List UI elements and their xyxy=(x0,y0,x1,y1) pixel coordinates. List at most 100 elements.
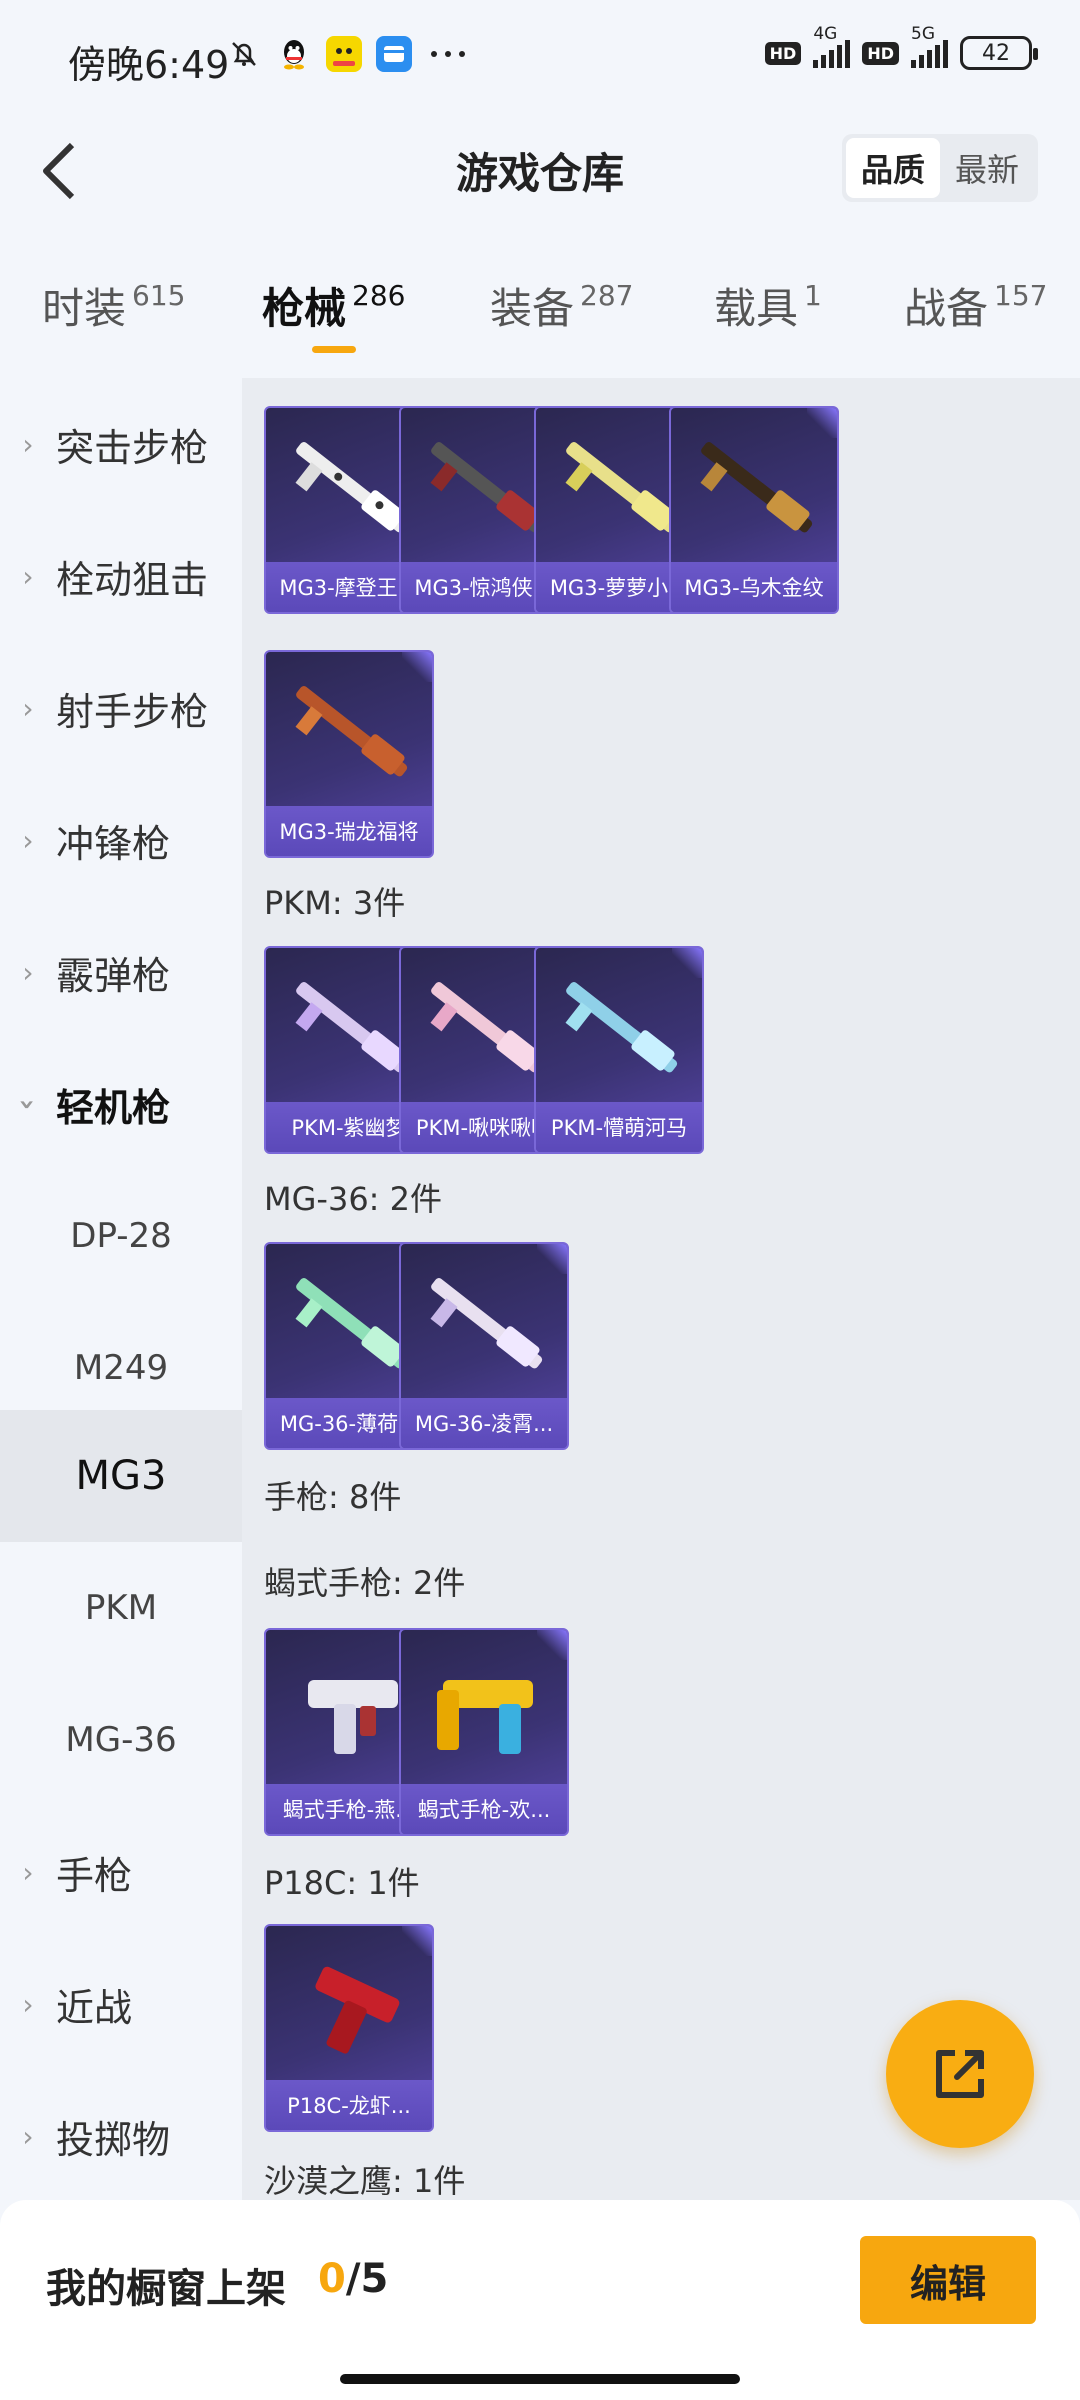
group-header-mg36: MG-36: 2件 xyxy=(264,1180,442,1218)
active-tab-indicator xyxy=(312,346,356,353)
item-card[interactable]: 蝎式手枪-欢... xyxy=(399,1628,569,1836)
app-icon xyxy=(326,36,362,72)
chevron-right-icon: › xyxy=(22,1987,34,2021)
item-card[interactable]: MG3-瑞龙福将 xyxy=(264,650,434,858)
share-button[interactable] xyxy=(886,2000,1034,2148)
tab-label: 枪械 xyxy=(262,284,347,333)
item-name: MG-36-凌霄... xyxy=(401,1398,567,1448)
item-card[interactable]: MG-36-凌霄... xyxy=(399,1242,569,1450)
tab-vehicles[interactable]: 载具 1 xyxy=(714,275,822,336)
sidebar-item-throwable[interactable]: › 投掷物 xyxy=(0,2070,242,2202)
group-header-pistol: 手枪: 8件 xyxy=(264,1478,402,1516)
tab-count: 615 xyxy=(132,279,186,312)
sidebar-item-label: 手枪 xyxy=(56,1853,133,1898)
group-header-scorpion: 蝎式手枪: 2件 xyxy=(264,1564,466,1602)
item-name: PKM-懵萌河马 xyxy=(536,1102,702,1152)
item-card[interactable]: MG3-乌木金纹 xyxy=(669,406,839,614)
sidebar-item-pistol[interactable]: › 手枪 xyxy=(0,1806,242,1938)
home-indicator[interactable] xyxy=(340,2374,740,2384)
sidebar-item-smg[interactable]: › 冲锋枪 xyxy=(0,774,242,906)
sidebar-item-label: 轻机枪 xyxy=(56,1085,171,1130)
network-4g-label: 4G xyxy=(813,24,838,44)
status-notification-icons xyxy=(226,36,470,72)
tab-label: 时装 xyxy=(42,284,127,333)
sort-quality-option[interactable]: 品质 xyxy=(846,138,940,198)
lmg-skin-icon xyxy=(295,686,408,777)
battery-level: 42 xyxy=(982,40,1010,66)
chevron-right-icon: › xyxy=(22,691,34,725)
tab-count: 1 xyxy=(804,279,822,312)
sidebar-item-label: 霰弹枪 xyxy=(56,953,171,998)
edit-button[interactable]: 编辑 xyxy=(860,2236,1036,2324)
sidebar-item-lmg[interactable]: › 轻机枪 xyxy=(0,1038,242,1170)
sidebar-item-label: 投掷物 xyxy=(56,2117,171,2162)
sort-latest-option[interactable]: 最新 xyxy=(940,138,1034,198)
pistol-skin-icon xyxy=(437,1680,533,1754)
tab-firearms[interactable]: 枪械 286 xyxy=(262,275,405,336)
mute-bell-icon xyxy=(226,36,262,72)
showcase-total: /5 xyxy=(345,2256,389,2302)
category-tabs: 时装 615 枪械 286 装备 287 载具 1 战备 157 xyxy=(0,255,1080,365)
category-sidebar: › 突击步枪 › 栓动狙击 › 射手步枪 › 冲锋枪 › 霰弹枪 › 轻机枪 DP-28 M… xyxy=(0,378,242,2200)
battery-icon: 42 xyxy=(960,36,1038,70)
chevron-right-icon: › xyxy=(22,955,34,989)
item-name: P18C-龙虾... xyxy=(266,2080,432,2130)
group-header-deagle: 沙漠之鹰: 1件 xyxy=(264,2162,466,2200)
chevron-right-icon: › xyxy=(22,2119,34,2153)
rifle-skin-icon xyxy=(430,1278,543,1369)
sidebar-item-marksman-rifle[interactable]: › 射手步枪 xyxy=(0,642,242,774)
status-bar: 傍晚6:49 HD 4G HD 5G 42 xyxy=(0,0,1080,120)
sort-toggle: 品质 最新 xyxy=(842,134,1038,202)
tab-label: 装备 xyxy=(490,284,575,333)
sidebar-sub-mg36[interactable]: MG-36 xyxy=(0,1674,242,1806)
item-grid: MG3-摩登王国 MG3-惊鸿侠骨 MG3-萝萝小... MG3-乌木金纹 MG… xyxy=(242,378,1080,2200)
pistol-skin-icon xyxy=(315,1966,400,2054)
item-name: MG3-瑞龙福将 xyxy=(266,806,432,856)
chevron-right-icon: › xyxy=(22,559,34,593)
tab-supplies[interactable]: 战备 157 xyxy=(904,275,1047,336)
signal-5g-icon: 5G xyxy=(911,24,948,68)
showcase-label: 我的橱窗上架 xyxy=(46,2266,286,2312)
sidebar-sub-mg3[interactable]: MG3 xyxy=(0,1410,242,1542)
tab-equipment[interactable]: 装备 287 xyxy=(490,275,633,336)
tab-count: 286 xyxy=(352,279,406,312)
sidebar-item-assault-rifle[interactable]: › 突击步枪 xyxy=(0,378,242,510)
chevron-down-icon: › xyxy=(11,1098,45,1110)
lmg-skin-icon xyxy=(700,442,813,533)
showcase-count: 0/5 xyxy=(318,2256,388,2302)
tab-label: 载具 xyxy=(714,284,799,333)
showcase-bar: 我的橱窗上架 0/5 编辑 xyxy=(0,2200,1080,2400)
showcase-current: 0 xyxy=(318,2256,346,2302)
sidebar-item-label: 冲锋枪 xyxy=(56,821,171,866)
sidebar-item-shotgun[interactable]: › 霰弹枪 xyxy=(0,906,242,1038)
signal-4g-icon: 4G xyxy=(813,24,851,68)
tab-count: 287 xyxy=(580,279,634,312)
lmg-skin-icon xyxy=(565,982,678,1073)
tab-count: 157 xyxy=(994,279,1048,312)
group-header-p18c: P18C: 1件 xyxy=(264,1864,420,1902)
wallet-icon xyxy=(376,36,412,72)
sidebar-item-label: 射手步枪 xyxy=(56,689,209,734)
sidebar-sub-dp28[interactable]: DP-28 xyxy=(0,1170,242,1302)
item-card[interactable]: P18C-龙虾... xyxy=(264,1924,434,2132)
sidebar-item-melee[interactable]: › 近战 xyxy=(0,1938,242,2070)
sidebar-item-bolt-sniper[interactable]: › 栓动狙击 xyxy=(0,510,242,642)
item-name: 蝎式手枪-欢... xyxy=(401,1784,567,1834)
chevron-right-icon: › xyxy=(22,823,34,857)
sidebar-item-label: 突击步枪 xyxy=(56,425,209,470)
status-right-icons: HD 4G HD 5G 42 xyxy=(764,24,1038,70)
hd-badge: HD xyxy=(764,41,802,65)
sidebar-item-label: 栓动狙击 xyxy=(56,557,209,602)
qq-icon xyxy=(276,36,312,72)
tab-fashion[interactable]: 时装 615 xyxy=(42,275,185,336)
status-time: 傍晚6:49 xyxy=(68,43,230,87)
more-dots-icon xyxy=(426,36,470,72)
sidebar-sub-pkm[interactable]: PKM xyxy=(0,1542,242,1674)
chevron-right-icon: › xyxy=(22,1855,34,1889)
tab-label: 战备 xyxy=(904,284,989,333)
network-5g-label: 5G xyxy=(911,24,935,44)
item-name: MG3-乌木金纹 xyxy=(671,562,837,612)
item-card[interactable]: PKM-懵萌河马 xyxy=(534,946,704,1154)
chevron-right-icon: › xyxy=(22,427,34,461)
sidebar-item-label: 近战 xyxy=(56,1985,133,2030)
